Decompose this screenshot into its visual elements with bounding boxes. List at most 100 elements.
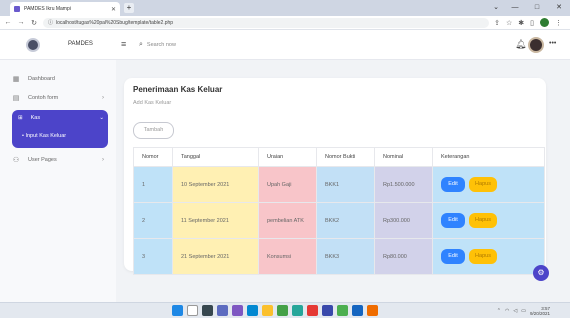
cell-uraian: pembelian ATK	[258, 202, 317, 239]
maximize-button[interactable]: □	[526, 0, 548, 16]
more-options-icon[interactable]: •••	[549, 40, 556, 47]
reload-icon[interactable]: ↻	[30, 19, 38, 27]
battery-icon: ▭	[521, 308, 526, 314]
new-tab-button[interactable]: +	[124, 3, 134, 13]
form-icon: ▤	[12, 95, 20, 102]
search-input[interactable]: ⌕ Search now	[139, 41, 176, 49]
sidebar-item-label: Contoh form	[28, 95, 59, 101]
page-subtitle: Add Kas Keluar	[133, 100, 172, 106]
search-placeholder: Search now	[146, 42, 176, 48]
edge-icon[interactable]	[247, 305, 258, 316]
wifi-icon: ◠	[505, 308, 510, 314]
cell-nomor: 1	[133, 166, 173, 203]
sidebar-subitem-input-kas-keluar[interactable]: • Input Kas Keluar	[22, 133, 66, 139]
column-header: Nomor Bukti	[316, 147, 375, 167]
cell-nominal: Rp300.000	[374, 202, 433, 239]
cell-tanggal: 11 September 2021	[172, 202, 259, 239]
volume-icon: ◁	[513, 308, 518, 314]
cell-uraian: Konsumsi	[258, 238, 317, 275]
sidebar-item-label: User Pages	[28, 157, 57, 163]
app-icon[interactable]	[292, 305, 303, 316]
sidebar: ▦ Dashboard ▤ Contoh form › ⊞ Kas ⌄ • In…	[0, 60, 116, 302]
search-icon[interactable]	[187, 305, 198, 316]
url-input[interactable]: ⓘ localhost/tugas%20pal%20Sbug/template/…	[43, 17, 490, 28]
search-icon: ⌕	[139, 41, 143, 48]
favicon-icon	[14, 6, 20, 12]
brand-logo	[26, 38, 40, 52]
info-icon: ⓘ	[48, 20, 54, 26]
star-icon[interactable]: ☆	[506, 19, 512, 27]
extension-icon[interactable]: ✱	[518, 19, 524, 27]
app-icon[interactable]	[322, 305, 333, 316]
sidebar-item-contoh-form[interactable]: ▤ Contoh form ›	[12, 91, 104, 105]
kas-keluar-card: Penerimaan Kas Keluar Add Kas Keluar Tam…	[124, 78, 546, 275]
task-view-icon[interactable]	[202, 305, 213, 316]
forward-arrow-icon[interactable]: →	[17, 19, 25, 26]
sidepanel-icon[interactable]: ▯	[530, 19, 534, 27]
os-taskbar: ⌃ ◠ ◁ ▭ 3:57 9/20/2021	[0, 302, 570, 318]
clock-date: 9/20/2021	[529, 311, 550, 316]
cell-nomor-bukti: BKK3	[316, 238, 375, 275]
chat-icon[interactable]	[232, 305, 243, 316]
delete-button[interactable]: Hapus	[469, 213, 497, 228]
sidebar-item-label: Kas	[30, 115, 41, 121]
window-controls: ⌄ — □ ✕	[488, 0, 570, 16]
address-bar: ← → ↻ ⓘ localhost/tugas%20pal%20Sbug/tem…	[0, 16, 570, 30]
xampp-icon[interactable]	[367, 305, 378, 316]
url-text: localhost/tugas%20pal%20Sbug/template/ta…	[56, 19, 174, 26]
column-header: Uraian	[258, 147, 317, 167]
edit-button[interactable]: Edit	[441, 177, 465, 192]
close-window-button[interactable]: ✕	[548, 0, 570, 16]
browser-tab-bar: PAMDES Ikru Mampi ✕ + ⌄ — □ ✕	[0, 0, 570, 16]
file-explorer-icon[interactable]	[262, 305, 273, 316]
column-header: Nominal	[374, 147, 433, 167]
table-header-row: Nomor Tanggal Uraian Nomor Bukti Nominal…	[133, 147, 545, 167]
cell-nomor-bukti: BKK1	[316, 166, 375, 203]
close-tab-icon[interactable]: ✕	[111, 6, 116, 13]
delete-button[interactable]: Hapus	[469, 249, 497, 264]
profile-avatar[interactable]	[540, 18, 549, 27]
chevron-right-icon: ›	[102, 157, 104, 163]
delete-button[interactable]: Hapus	[469, 177, 497, 192]
chevron-down-icon: ⌄	[99, 115, 104, 121]
user-avatar[interactable]	[528, 37, 544, 53]
opera-icon[interactable]	[307, 305, 318, 316]
user-icon: ⚇	[12, 157, 20, 164]
sidebar-item-kas[interactable]: ⊞ Kas ⌄ • Input Kas Keluar	[12, 110, 108, 148]
cell-nomor: 3	[133, 238, 173, 275]
brand-name: PAMDES	[68, 41, 93, 47]
browser-tab-title: PAMDES Ikru Mampi	[24, 6, 71, 12]
chevron-right-icon: ›	[102, 95, 104, 101]
cell-nominal: Rp1.500.000	[374, 166, 433, 203]
sidebar-item-label: Dashboard	[28, 76, 55, 82]
clock[interactable]: 3:57 9/20/2021	[530, 306, 550, 316]
tab-search-button[interactable]: ⌄	[488, 0, 504, 16]
browser-tab[interactable]: PAMDES Ikru Mampi ✕	[10, 2, 120, 16]
chevron-up-icon[interactable]: ⌃	[497, 308, 501, 314]
cell-nomor-bukti: BKK2	[316, 202, 375, 239]
vscode-icon[interactable]	[352, 305, 363, 316]
store-icon[interactable]	[277, 305, 288, 316]
windows-start-icon[interactable]	[172, 305, 183, 316]
edit-button[interactable]: Edit	[441, 249, 465, 264]
grid-icon: ▦	[12, 76, 20, 83]
sidebar-item-user-pages[interactable]: ⚇ User Pages ›	[12, 153, 104, 167]
settings-fab-icon[interactable]: ⚙	[533, 265, 549, 281]
widgets-icon[interactable]	[217, 305, 228, 316]
sidebar-item-dashboard[interactable]: ▦ Dashboard	[12, 72, 104, 86]
hamburger-menu-icon[interactable]: ≡	[121, 39, 126, 49]
table-row: 1 10 September 2021 Upah Gaji BKK1 Rp1.5…	[133, 166, 545, 203]
edit-button[interactable]: Edit	[441, 213, 465, 228]
taskbar-apps	[172, 305, 378, 316]
share-icon[interactable]: ⇪	[494, 19, 500, 27]
column-header: Keterangan	[432, 147, 545, 167]
cell-keterangan: Edit Hapus	[432, 166, 545, 203]
add-button[interactable]: Tambah	[133, 122, 174, 139]
table-icon: ⊞	[18, 115, 23, 121]
menu-kebab-icon[interactable]: ⋮	[555, 19, 562, 27]
back-arrow-icon[interactable]: ←	[4, 19, 12, 26]
chrome-icon[interactable]	[337, 305, 348, 316]
minimize-button[interactable]: —	[504, 0, 526, 16]
table-row: 3 21 September 2021 Konsumsi BKK3 Rp80.0…	[133, 238, 545, 275]
notification-bell-icon[interactable]: 🔔︎	[515, 39, 526, 50]
